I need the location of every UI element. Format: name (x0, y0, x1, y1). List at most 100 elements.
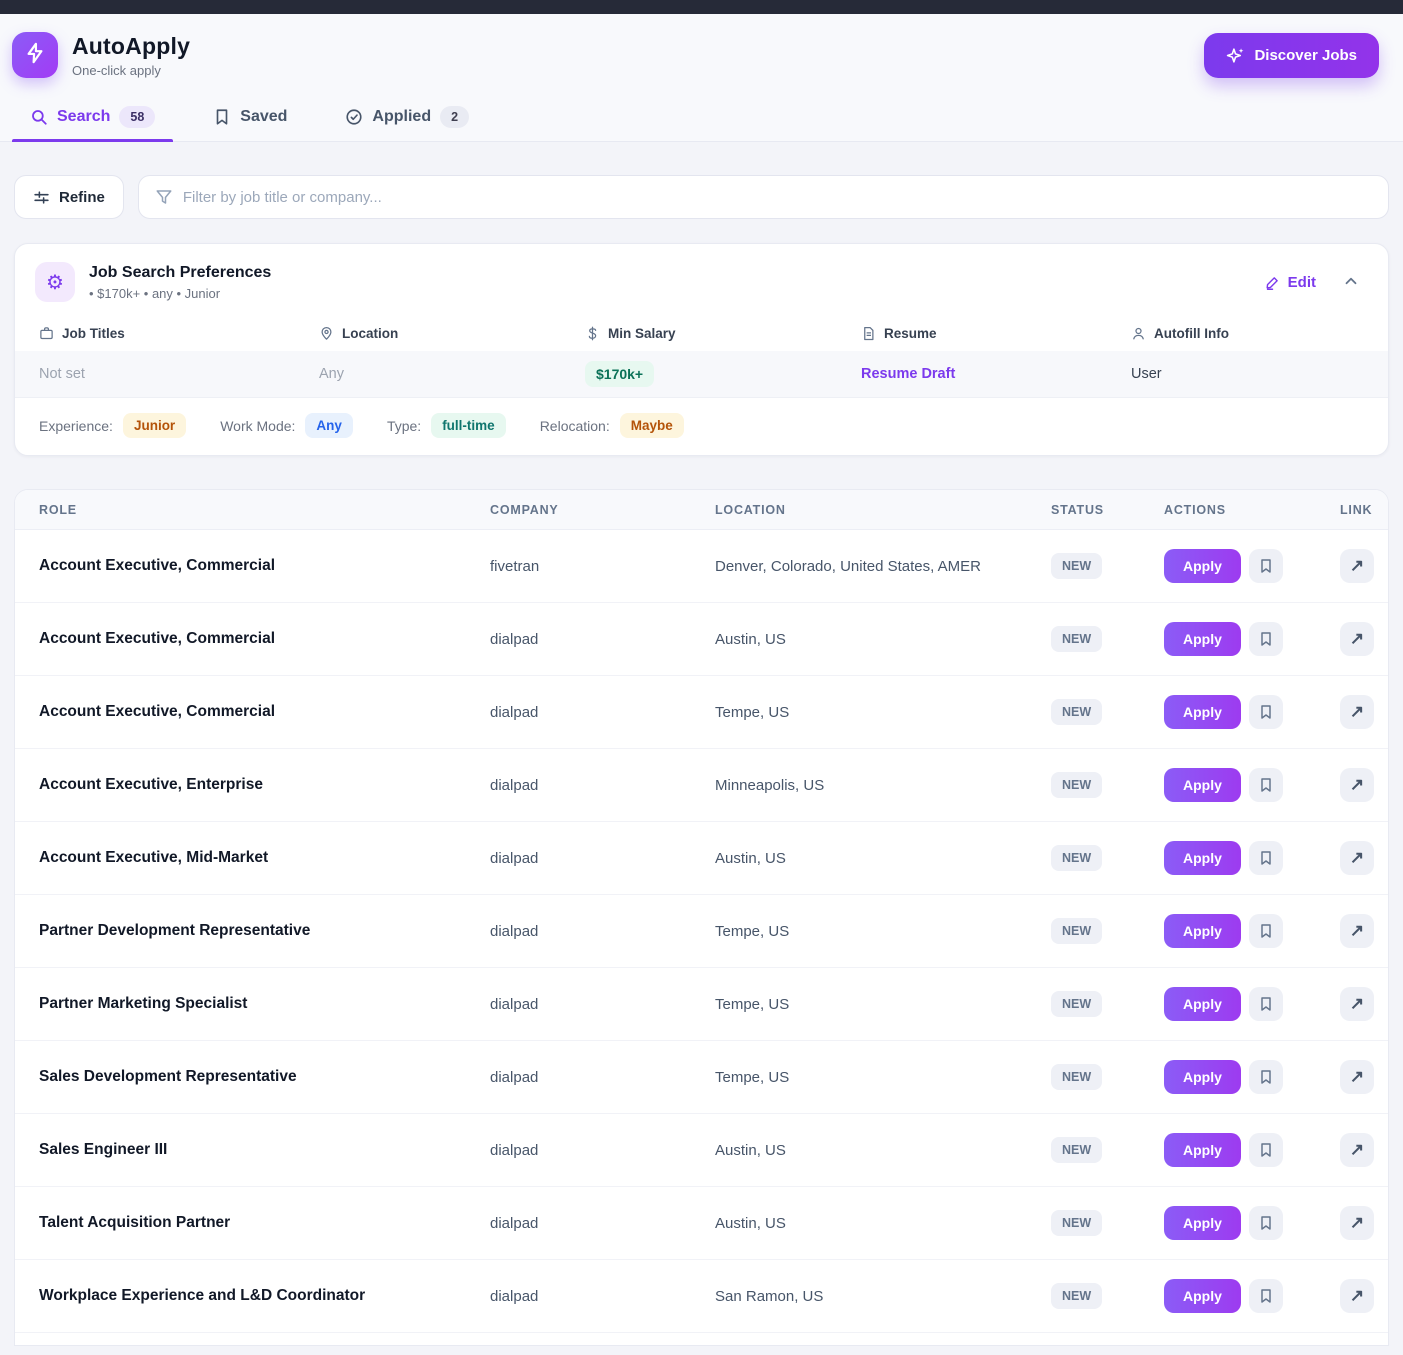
dollar-icon (585, 326, 600, 341)
relocation-meta: Relocation: Maybe (540, 413, 684, 438)
external-link-button[interactable]: ↗ (1340, 549, 1374, 583)
table-row: Account Executive, Commercial dialpad Au… (15, 603, 1388, 676)
discover-jobs-button[interactable]: Discover Jobs (1204, 32, 1379, 78)
bookmark-icon (1258, 1288, 1274, 1304)
job-search-preferences-card: ⚙ Job Search Preferences • $170k+ • any … (14, 243, 1389, 456)
preferences-meta-row: Experience: Junior Work Mode: Any Type: … (15, 397, 1388, 455)
table-row: Account Executive, Mid-Market dialpad Au… (15, 822, 1388, 895)
job-role: Account Executive, Commercial (39, 630, 276, 647)
bookmark-icon (1258, 558, 1274, 574)
resume-link[interactable]: Resume Draft (861, 366, 955, 382)
column-header-status: STATUS (1051, 502, 1104, 517)
job-role: Account Executive, Enterprise (39, 776, 263, 793)
bookmark-icon (1258, 850, 1274, 866)
search-icon (30, 108, 48, 126)
tab-applied[interactable]: Applied 2 (327, 92, 487, 141)
check-circle-icon (345, 108, 363, 126)
field-label-location: Location (319, 318, 585, 351)
external-link-arrow-icon: ↗ (1349, 848, 1365, 867)
bookmark-button[interactable] (1248, 549, 1283, 583)
apply-button[interactable]: Apply (1164, 987, 1241, 1021)
job-role: Workplace Experience and L&D Coordinator (39, 1287, 366, 1304)
sparkles-icon (1226, 46, 1245, 65)
apply-button[interactable]: Apply (1164, 622, 1241, 656)
status-badge: NEW (1051, 699, 1103, 725)
tab-search[interactable]: Search 58 (12, 92, 174, 142)
type-badge: full-time (431, 413, 506, 438)
table-body: Account Executive, Commercial fivetran D… (15, 530, 1388, 1333)
apply-button[interactable]: Apply (1164, 1206, 1241, 1240)
job-location: Tempe, US (715, 703, 790, 721)
tab-saved[interactable]: Saved (195, 92, 305, 141)
table-row: Account Executive, Commercial dialpad Te… (15, 676, 1388, 749)
status-badge: NEW (1051, 1064, 1103, 1090)
bookmark-icon (1258, 1215, 1274, 1231)
apply-button[interactable]: Apply (1164, 914, 1241, 948)
external-link-button[interactable]: ↗ (1340, 1206, 1374, 1240)
apply-button[interactable]: Apply (1164, 841, 1241, 875)
status-badge: NEW (1051, 991, 1103, 1017)
job-role: Talent Acquisition Partner (39, 1214, 231, 1231)
job-company: dialpad (490, 1141, 539, 1159)
status-badge: NEW (1051, 553, 1103, 579)
job-location: Austin, US (715, 1141, 786, 1159)
experience-meta: Experience: Junior (39, 413, 187, 438)
job-titles-value: Not set (39, 366, 85, 382)
external-link-button[interactable]: ↗ (1340, 1060, 1374, 1094)
bookmark-icon (213, 108, 231, 126)
external-link-button[interactable]: ↗ (1340, 914, 1374, 948)
apply-button[interactable]: Apply (1164, 1279, 1241, 1313)
sliders-icon (33, 189, 50, 206)
bookmark-button[interactable] (1248, 622, 1283, 656)
location-value: Any (319, 366, 344, 382)
apply-button[interactable]: Apply (1164, 768, 1241, 802)
external-link-button[interactable]: ↗ (1340, 841, 1374, 875)
external-link-arrow-icon: ↗ (1349, 921, 1365, 940)
external-link-button[interactable]: ↗ (1340, 622, 1374, 656)
status-badge: NEW (1051, 772, 1103, 798)
apply-button[interactable]: Apply (1164, 1060, 1241, 1094)
job-location: Denver, Colorado, United States, AMER (715, 557, 981, 575)
external-link-button[interactable]: ↗ (1340, 768, 1374, 802)
external-link-button[interactable]: ↗ (1340, 987, 1374, 1021)
bookmark-button[interactable] (1248, 1279, 1283, 1313)
chevron-up-icon[interactable] (1342, 272, 1360, 293)
external-link-arrow-icon: ↗ (1349, 1213, 1365, 1232)
job-company: dialpad (490, 703, 539, 721)
bookmark-button[interactable] (1248, 1133, 1283, 1167)
app-header: AutoApply One-click apply Discover Jobs (0, 14, 1403, 92)
document-icon (861, 326, 876, 341)
apply-button[interactable]: Apply (1164, 549, 1241, 583)
external-link-arrow-icon: ↗ (1349, 1140, 1365, 1159)
table-header-row: ROLE COMPANY LOCATION STATUS ACTIONS LIN… (15, 490, 1388, 530)
tab-applied-label: Applied (372, 107, 432, 125)
person-icon (1131, 326, 1146, 341)
top-bar (0, 0, 1403, 14)
job-role: Account Executive, Commercial (39, 703, 276, 720)
table-row: Sales Engineer III dialpad Austin, US NE… (15, 1114, 1388, 1187)
apply-button[interactable]: Apply (1164, 695, 1241, 729)
bookmark-button[interactable] (1248, 1060, 1283, 1094)
bookmark-button[interactable] (1248, 914, 1283, 948)
external-link-button[interactable]: ↗ (1340, 695, 1374, 729)
external-link-button[interactable]: ↗ (1340, 1279, 1374, 1313)
job-role: Partner Marketing Specialist (39, 995, 248, 1012)
bookmark-button[interactable] (1248, 1206, 1283, 1240)
bookmark-button[interactable] (1248, 841, 1283, 875)
filter-input[interactable] (182, 176, 1372, 218)
job-location: Tempe, US (715, 922, 790, 940)
refine-button[interactable]: Refine (14, 175, 124, 219)
job-company: dialpad (490, 995, 539, 1013)
page-title: AutoApply (72, 32, 191, 59)
bookmark-button[interactable] (1248, 695, 1283, 729)
app-logo (12, 32, 58, 78)
external-link-button[interactable]: ↗ (1340, 1133, 1374, 1167)
field-label-min-salary: Min Salary (585, 318, 861, 351)
job-company: dialpad (490, 1068, 539, 1086)
table-row: Account Executive, Enterprise dialpad Mi… (15, 749, 1388, 822)
bookmark-button[interactable] (1248, 987, 1283, 1021)
status-badge: NEW (1051, 845, 1103, 871)
edit-preferences-button[interactable]: Edit (1264, 274, 1316, 291)
apply-button[interactable]: Apply (1164, 1133, 1241, 1167)
bookmark-button[interactable] (1248, 768, 1283, 802)
